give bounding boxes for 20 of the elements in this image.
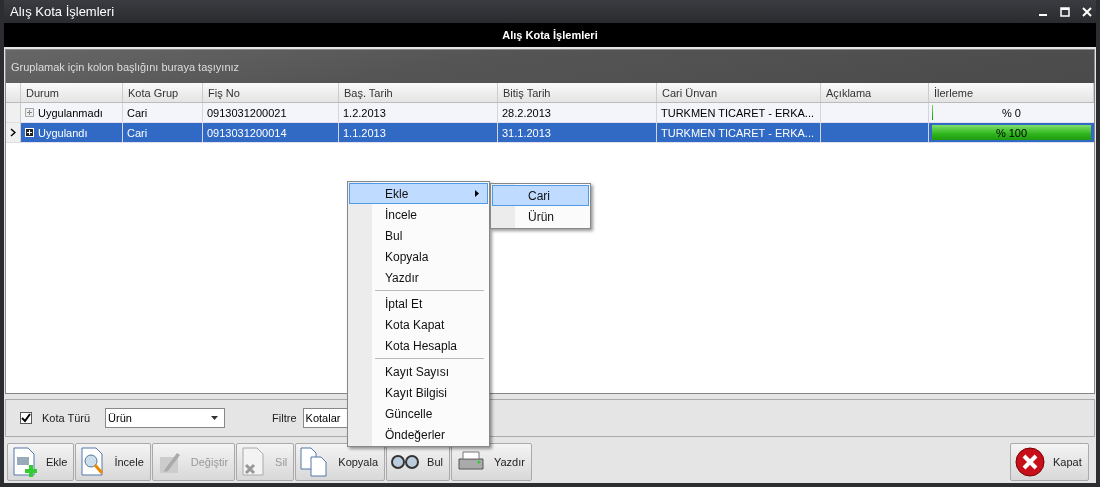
table-cell: 1.1.2013 bbox=[339, 123, 498, 143]
progress-reading: % 100 bbox=[995, 126, 1028, 139]
group-hint: Gruplamak için kolon başlığını buraya taşıyınız bbox=[11, 60, 240, 73]
table-cell: 1.2.2013 bbox=[339, 103, 498, 123]
table-cell: TURKMEN TICARET - ERKA... bbox=[657, 103, 821, 123]
checkbox-label: Kota Türü bbox=[42, 412, 91, 424]
table-cell: 0913031200014 bbox=[203, 123, 339, 143]
status-text: Uygulanmadı bbox=[38, 106, 103, 119]
status-text: Uygulandı bbox=[38, 126, 88, 139]
table-cell: 0913031200021 bbox=[203, 103, 339, 123]
table-cell: Cari bbox=[123, 103, 203, 123]
table-cell: 31.1.2013 bbox=[498, 123, 657, 143]
menu-item-label: Ekle bbox=[385, 186, 409, 201]
window-title: Alış Kota İşlemleri bbox=[10, 4, 115, 19]
progress-reading: % 0 bbox=[1002, 106, 1021, 119]
table-cell: Cari bbox=[123, 123, 203, 143]
header-title: Alış Kota İşlemleri bbox=[502, 29, 598, 41]
table-cell: 28.2.2013 bbox=[498, 103, 657, 123]
table-cell: TURKMEN TICARET - ERKA... bbox=[657, 123, 821, 143]
field-label: Filtre bbox=[272, 412, 297, 424]
